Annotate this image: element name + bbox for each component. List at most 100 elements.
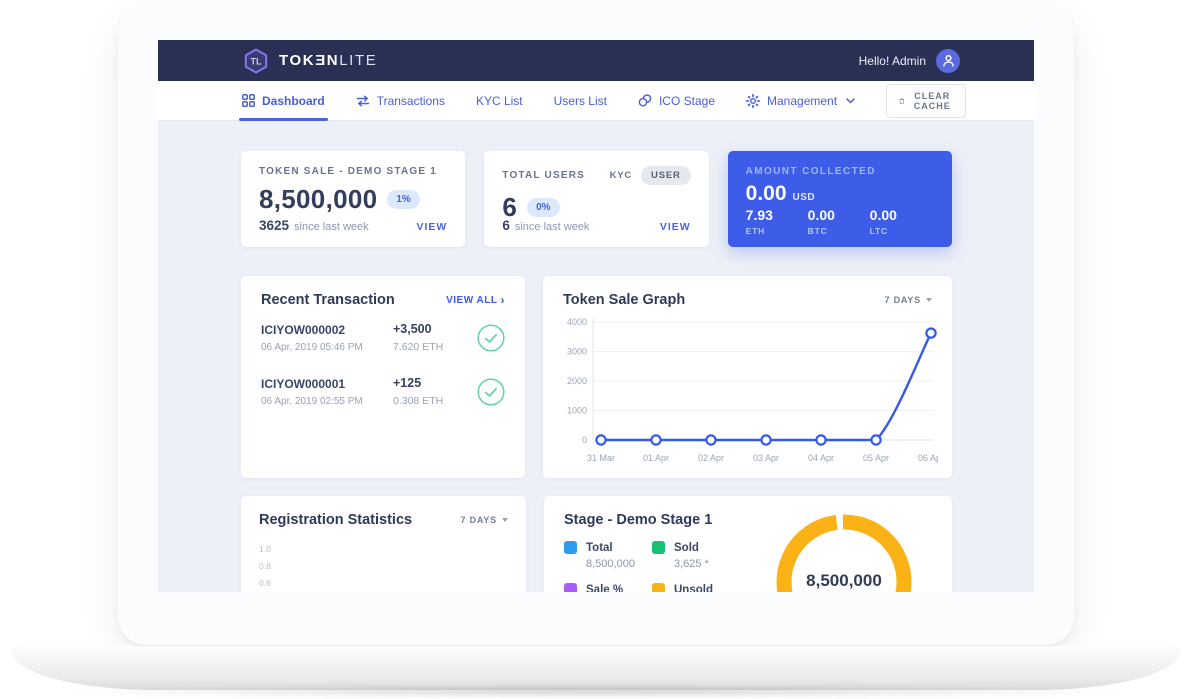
token-sale-view-link[interactable]: VIEW <box>416 221 447 233</box>
recent-transactions-panel: Recent Transaction VIEW ALL › ICIYOW0000… <box>241 276 525 478</box>
clear-cache-button[interactable]: CLEAR CACHE <box>886 84 966 118</box>
legend-swatch <box>564 583 577 592</box>
svg-text:31 Mar: 31 Mar <box>587 453 615 463</box>
tab-label: Transactions <box>377 94 445 108</box>
card-label: TOKEN SALE - DEMO STAGE 1 <box>259 166 447 177</box>
transaction-eth: 7.620 ETH <box>393 341 471 353</box>
kyc-user-toggle: KYC USER <box>610 166 691 185</box>
card-label: TOTAL USERS <box>502 170 585 181</box>
transaction-date: 06 Apr, 2019 02:55 PM <box>261 396 393 407</box>
total-users-view-link[interactable]: VIEW <box>660 221 691 233</box>
legend-swatch <box>652 583 665 592</box>
token-sale-badge: 1% <box>387 190 419 209</box>
svg-text:3000: 3000 <box>567 347 587 357</box>
arrow-right-icon: › <box>501 295 506 305</box>
trash-icon <box>899 95 904 107</box>
amount-usd-value: 0.00 <box>746 182 787 206</box>
tab-ico-stage[interactable]: ICO Stage <box>638 81 715 120</box>
ltc-amount: 0.00 LTC <box>870 207 932 236</box>
toggle-kyc[interactable]: KYC <box>610 170 632 181</box>
range-selector[interactable]: 7 DAYS <box>885 295 933 305</box>
eth-amount: 7.93 ETH <box>746 207 808 236</box>
registration-statistics-panel: Registration Statistics 7 DAYS 1.00.80.6 <box>241 496 526 592</box>
hexagon-cube-logo-icon: TL <box>243 48 269 74</box>
token-sale-graph-panel: Token Sale Graph 7 DAYS 0100020003000400… <box>543 276 952 478</box>
svg-text:03 Apr: 03 Apr <box>753 453 779 463</box>
token-sale-chart: 0100020003000400031 Mar01 Apr02 Apr03 Ap… <box>559 312 938 472</box>
check-circle-icon <box>477 378 505 406</box>
delta-suffix: since last week <box>515 221 590 233</box>
btc-amount: 0.00 BTC <box>808 207 870 236</box>
range-selector[interactable]: 7 DAYS <box>461 515 509 525</box>
laptop-base <box>12 646 1180 690</box>
coins-icon <box>638 94 652 107</box>
transaction-amount: +125 <box>393 376 471 390</box>
page-background: TL TOKƎNLITE Hello! Admin <box>0 0 1192 699</box>
legend-item-sale-pct: Sale % <box>564 583 652 592</box>
laptop-base-shadow <box>60 687 1132 696</box>
panel-title: Stage - Demo Stage 1 <box>564 512 712 528</box>
ytick-label: 1.0 <box>259 541 508 558</box>
transaction-date: 06 Apr, 2019 05:46 PM <box>261 342 393 353</box>
legend-item-total: Total 8,500,000 <box>564 541 652 570</box>
legend-swatch <box>652 541 665 554</box>
tab-label: Dashboard <box>262 94 325 108</box>
tab-dashboard[interactable]: Dashboard <box>242 81 325 120</box>
caret-down-icon <box>926 298 932 302</box>
svg-text:04 Apr: 04 Apr <box>808 453 834 463</box>
legend-swatch <box>564 541 577 554</box>
avatar[interactable] <box>936 49 960 73</box>
chevron-down-icon <box>846 98 855 104</box>
tab-management[interactable]: Management <box>746 81 855 120</box>
clear-cache-label: CLEAR CACHE <box>911 91 953 111</box>
caret-down-icon <box>502 518 508 522</box>
svg-text:02 Apr: 02 Apr <box>698 453 724 463</box>
laptop-mockup: TL TOKƎNLITE Hello! Admin <box>118 6 1074 645</box>
dashboard-screen: TL TOKƎNLITE Hello! Admin <box>158 40 1034 592</box>
svg-text:01 Apr: 01 Apr <box>643 453 669 463</box>
panel-title: Recent Transaction <box>261 292 395 308</box>
svg-text:4000: 4000 <box>567 317 587 327</box>
panel-title: Registration Statistics <box>259 512 412 528</box>
transaction-id: ICIYOW000002 <box>261 323 393 337</box>
panel-title: Token Sale Graph <box>563 292 685 308</box>
transaction-eth: 0.308 ETH <box>393 395 471 407</box>
greeting-text: Hello! Admin <box>859 54 926 68</box>
delta-suffix: since last week <box>294 221 369 233</box>
registration-yticks: 1.00.80.6 <box>259 541 508 592</box>
brand-logo[interactable]: TL TOKƎNLITE <box>243 48 377 74</box>
swap-arrows-icon <box>356 95 370 107</box>
view-all-link[interactable]: VIEW ALL › <box>446 295 505 306</box>
grid-icon <box>242 94 255 107</box>
check-circle-icon <box>477 324 505 352</box>
svg-text:1000: 1000 <box>567 406 587 416</box>
token-sale-card: TOKEN SALE - DEMO STAGE 1 8,500,000 1% 3… <box>241 151 465 247</box>
stage-panel: Stage - Demo Stage 1 Total 8,500,000 Sol… <box>544 496 952 592</box>
card-label: AMOUNT COLLECTED <box>746 166 934 177</box>
transaction-row[interactable]: ICIYOW000001 06 Apr, 2019 02:55 PM +125 … <box>261 362 505 416</box>
transaction-id: ICIYOW000001 <box>261 377 393 391</box>
total-users-badge: 0% <box>527 198 559 217</box>
coin-amounts: 7.93 ETH 0.00 BTC 0.00 LTC <box>746 207 932 236</box>
gauge-center-value: 8,500,000 <box>806 571 882 590</box>
tab-label: Users List <box>554 94 607 108</box>
svg-text:05 Apr: 05 Apr <box>863 453 889 463</box>
delta-value: 6 <box>502 218 510 233</box>
svg-text:TL: TL <box>251 56 262 66</box>
dashboard-body: TOKEN SALE - DEMO STAGE 1 8,500,000 1% 3… <box>158 121 1034 592</box>
ytick-label: 0.6 <box>259 575 508 592</box>
total-users-card: TOTAL USERS KYC USER 6 0% 6since last we… <box>484 151 708 247</box>
stage-donut-chart: 8,500,000 TLE <box>756 496 932 592</box>
ytick-label: 0.8 <box>259 558 508 575</box>
tab-kyc-list[interactable]: KYC List <box>476 81 523 120</box>
svg-text:0: 0 <box>582 435 587 445</box>
tab-label: KYC List <box>476 94 523 108</box>
token-sale-value: 8,500,000 <box>259 184 377 215</box>
tab-label: ICO Stage <box>659 94 715 108</box>
toggle-user[interactable]: USER <box>641 166 691 185</box>
tab-transactions[interactable]: Transactions <box>356 81 445 120</box>
transaction-row[interactable]: ICIYOW000002 06 Apr, 2019 05:46 PM +3,50… <box>261 308 505 362</box>
tab-users-list[interactable]: Users List <box>554 81 607 120</box>
transaction-amount: +3,500 <box>393 322 471 336</box>
brand-name: TOKƎNLITE <box>279 52 377 69</box>
